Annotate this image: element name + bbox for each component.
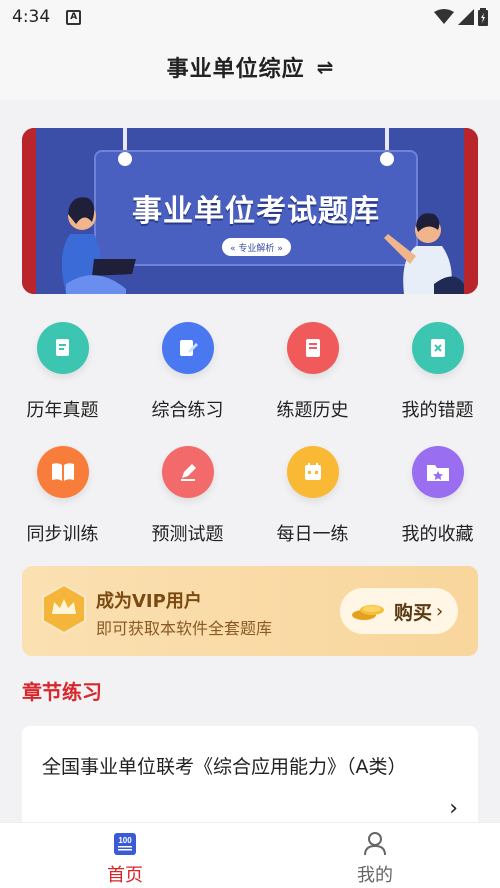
banner-curtain-right: [464, 128, 478, 294]
nav-mine[interactable]: 我的: [250, 823, 500, 888]
buy-button[interactable]: 购买 ›: [340, 588, 458, 634]
chevron-right-icon: ›: [449, 796, 458, 821]
document-icon: [36, 322, 89, 374]
feature-practice[interactable]: 综合练习: [125, 318, 250, 442]
chapter-title: 全国事业单位联考《综合应用能力》（A类）: [42, 756, 407, 778]
vip-title: 成为VIP用户: [96, 591, 202, 612]
teacher-illustration-right: [384, 213, 464, 294]
status-time: 4:34: [12, 7, 51, 27]
app-header: 事业单位综应 ⇌: [0, 34, 500, 100]
chevron-right-icon: ›: [436, 600, 444, 622]
nav-mine-label: 我的: [357, 865, 393, 886]
feature-label: 练题历史: [276, 400, 349, 421]
edit-icon: [161, 322, 214, 374]
switch-subject-icon[interactable]: ⇌: [317, 55, 334, 79]
signal-icon: [458, 9, 474, 25]
section-title: 章节练习: [22, 680, 102, 704]
home-icon-badge: 100: [118, 836, 132, 845]
battery-icon: [478, 8, 488, 26]
feature-predicted-questions[interactable]: 预测试题: [125, 442, 250, 566]
banner-pin-right: [380, 152, 394, 166]
feature-label: 每日一练: [276, 524, 349, 545]
student-illustration-left: [61, 197, 136, 294]
user-icon: [364, 832, 386, 856]
vip-promo-card[interactable]: 成为VIP用户 即可获取本软件全套题库 购买 ›: [22, 566, 478, 656]
banner-pill: « 专业解析 »: [222, 238, 291, 256]
feature-label: 我的收藏: [401, 524, 474, 545]
feature-history[interactable]: 练题历史: [250, 318, 375, 442]
feature-daily-practice[interactable]: 每日一练: [250, 442, 375, 566]
buy-label: 购买: [394, 601, 433, 624]
status-indicators: [434, 8, 488, 26]
status-bar: 4:34 A: [0, 0, 500, 34]
banner-curtain-left: [22, 128, 36, 294]
feature-wrong-questions[interactable]: 我的错题: [375, 318, 500, 442]
feature-label: 综合练习: [151, 400, 224, 421]
calendar-icon: [286, 446, 339, 498]
feature-grid: 历年真题 综合练习 练题历史 我的错题 同步训练 预测试题 每日一练 我的收藏: [0, 318, 500, 558]
nav-home[interactable]: 100 首页: [0, 823, 250, 888]
vip-subtitle: 即可获取本软件全套题库: [96, 619, 273, 638]
gold-coins-icon: [352, 605, 384, 620]
feature-past-papers[interactable]: 历年真题: [0, 318, 125, 442]
book-icon: [36, 446, 89, 498]
vip-crown-badge-icon: [42, 584, 86, 634]
feature-label: 预测试题: [151, 524, 224, 545]
feature-favorites[interactable]: 我的收藏: [375, 442, 500, 566]
bottom-nav: 100 首页 我的: [0, 822, 500, 888]
feature-sync-training[interactable]: 同步训练: [0, 442, 125, 566]
feature-label: 我的错题: [401, 400, 474, 421]
history-icon: [286, 322, 339, 374]
feature-label: 同步训练: [26, 524, 99, 545]
feature-label: 历年真题: [26, 400, 99, 421]
page-title: 事业单位综应: [166, 57, 305, 82]
wrong-book-icon: [411, 322, 464, 374]
pen-icon: [161, 446, 214, 498]
folder-star-icon: [411, 446, 464, 498]
app-notification-icon: A: [66, 9, 82, 25]
wifi-icon: [434, 9, 454, 24]
chapter-item[interactable]: 全国事业单位联考《综合应用能力》（A类） ›: [22, 726, 478, 836]
nav-home-label: 首页: [107, 865, 143, 886]
home-100-icon: 100: [114, 833, 136, 855]
promo-banner[interactable]: 事业单位考试题库 « 专业解析 »: [22, 128, 478, 294]
